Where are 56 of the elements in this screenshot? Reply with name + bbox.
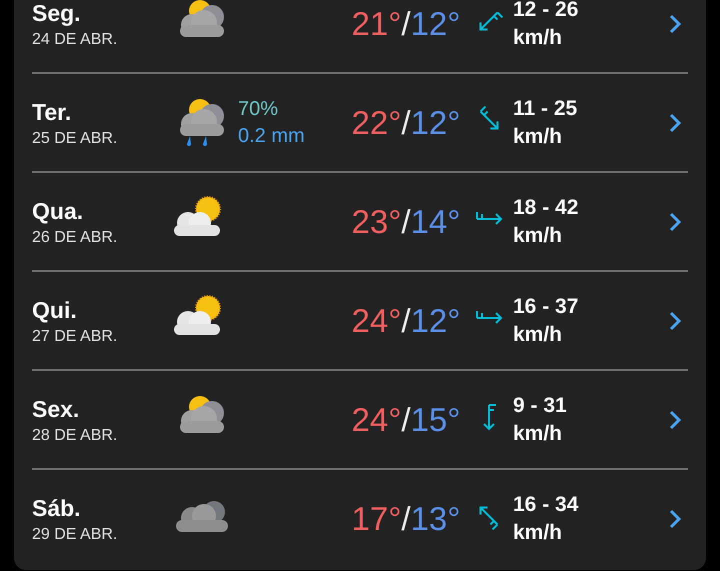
chevron-right-icon[interactable] bbox=[668, 12, 682, 34]
slash-separator: / bbox=[401, 4, 411, 42]
day-date: 25 DE ABR. bbox=[32, 130, 118, 148]
day-name: Seg. bbox=[32, 0, 82, 27]
slash-separator: / bbox=[401, 202, 411, 240]
forecast-row[interactable]: Seg. 24 DE ABR. 21°/12° 12 - 26 km/h bbox=[32, 0, 688, 74]
wind-speed: 11 - 25 bbox=[513, 96, 578, 122]
wind-unit: km/h bbox=[513, 124, 564, 150]
day-name: Sex. bbox=[32, 396, 80, 423]
chevron-right-icon[interactable] bbox=[668, 210, 682, 232]
wind-speed: 9 - 31 bbox=[513, 392, 568, 418]
high-temperature: 24° bbox=[352, 400, 402, 438]
low-temperature: 13° bbox=[410, 500, 460, 538]
wind-unit: km/h bbox=[513, 420, 564, 446]
high-temperature: 22° bbox=[352, 104, 402, 142]
day-name: Qua. bbox=[32, 198, 84, 225]
slash-separator: / bbox=[401, 500, 411, 538]
high-temperature: 23° bbox=[352, 202, 402, 240]
forecast-row[interactable]: Sáb. 29 DE ABR. 17°/13° 16 - 34 km/h bbox=[32, 470, 688, 567]
wind-unit: km/h bbox=[513, 24, 564, 50]
day-date: 26 DE ABR. bbox=[32, 229, 118, 247]
forecast-row[interactable]: Sex. 28 DE ABR. 24°/15° 9 - 31 km/h bbox=[32, 371, 688, 470]
chevron-right-icon[interactable] bbox=[668, 310, 682, 332]
day-name: Qui. bbox=[32, 297, 78, 324]
day-date: 27 DE ABR. bbox=[32, 328, 118, 346]
day-date: 28 DE ABR. bbox=[32, 427, 118, 445]
forecast-row[interactable]: Qua. 26 DE ABR. 23°/14° 18 - 42 km/h bbox=[32, 173, 688, 272]
low-temperature: 12° bbox=[410, 302, 460, 340]
day-name: Ter. bbox=[32, 99, 72, 126]
high-temperature: 21° bbox=[352, 4, 402, 42]
rain-amount: 0.2 mm bbox=[238, 124, 306, 148]
low-temperature: 12° bbox=[410, 4, 460, 42]
high-temperature: 17° bbox=[352, 500, 402, 538]
chevron-right-icon[interactable] bbox=[668, 408, 682, 430]
day-name: Sáb. bbox=[32, 495, 82, 522]
slash-separator: / bbox=[401, 400, 411, 438]
rain-chance: 70% bbox=[238, 98, 280, 120]
wind-unit: km/h bbox=[513, 520, 564, 546]
wind-unit: km/h bbox=[513, 322, 564, 348]
wind-unit: km/h bbox=[513, 222, 564, 248]
low-temperature: 15° bbox=[410, 400, 460, 438]
day-date: 24 DE ABR. bbox=[32, 31, 118, 49]
forecast-row[interactable]: Qui. 27 DE ABR. 24°/12° 16 - 37 km/h bbox=[32, 272, 688, 371]
chevron-right-icon[interactable] bbox=[668, 112, 682, 134]
forecast-row[interactable]: Ter. 25 DE ABR. 70% 0.2 mm 22°/12° 11 - 25 km/h bbox=[32, 74, 688, 173]
wind-speed: 16 - 37 bbox=[513, 294, 580, 320]
wind-speed: 18 - 42 bbox=[513, 194, 580, 220]
high-temperature: 24° bbox=[352, 302, 402, 340]
low-temperature: 14° bbox=[410, 202, 460, 240]
low-temperature: 12° bbox=[410, 104, 460, 142]
day-date: 29 DE ABR. bbox=[32, 526, 118, 544]
wind-speed: 16 - 34 bbox=[513, 492, 580, 518]
slash-separator: / bbox=[401, 302, 411, 340]
wind-speed: 12 - 26 bbox=[513, 0, 580, 22]
slash-separator: / bbox=[401, 104, 411, 142]
chevron-right-icon[interactable] bbox=[668, 508, 682, 530]
